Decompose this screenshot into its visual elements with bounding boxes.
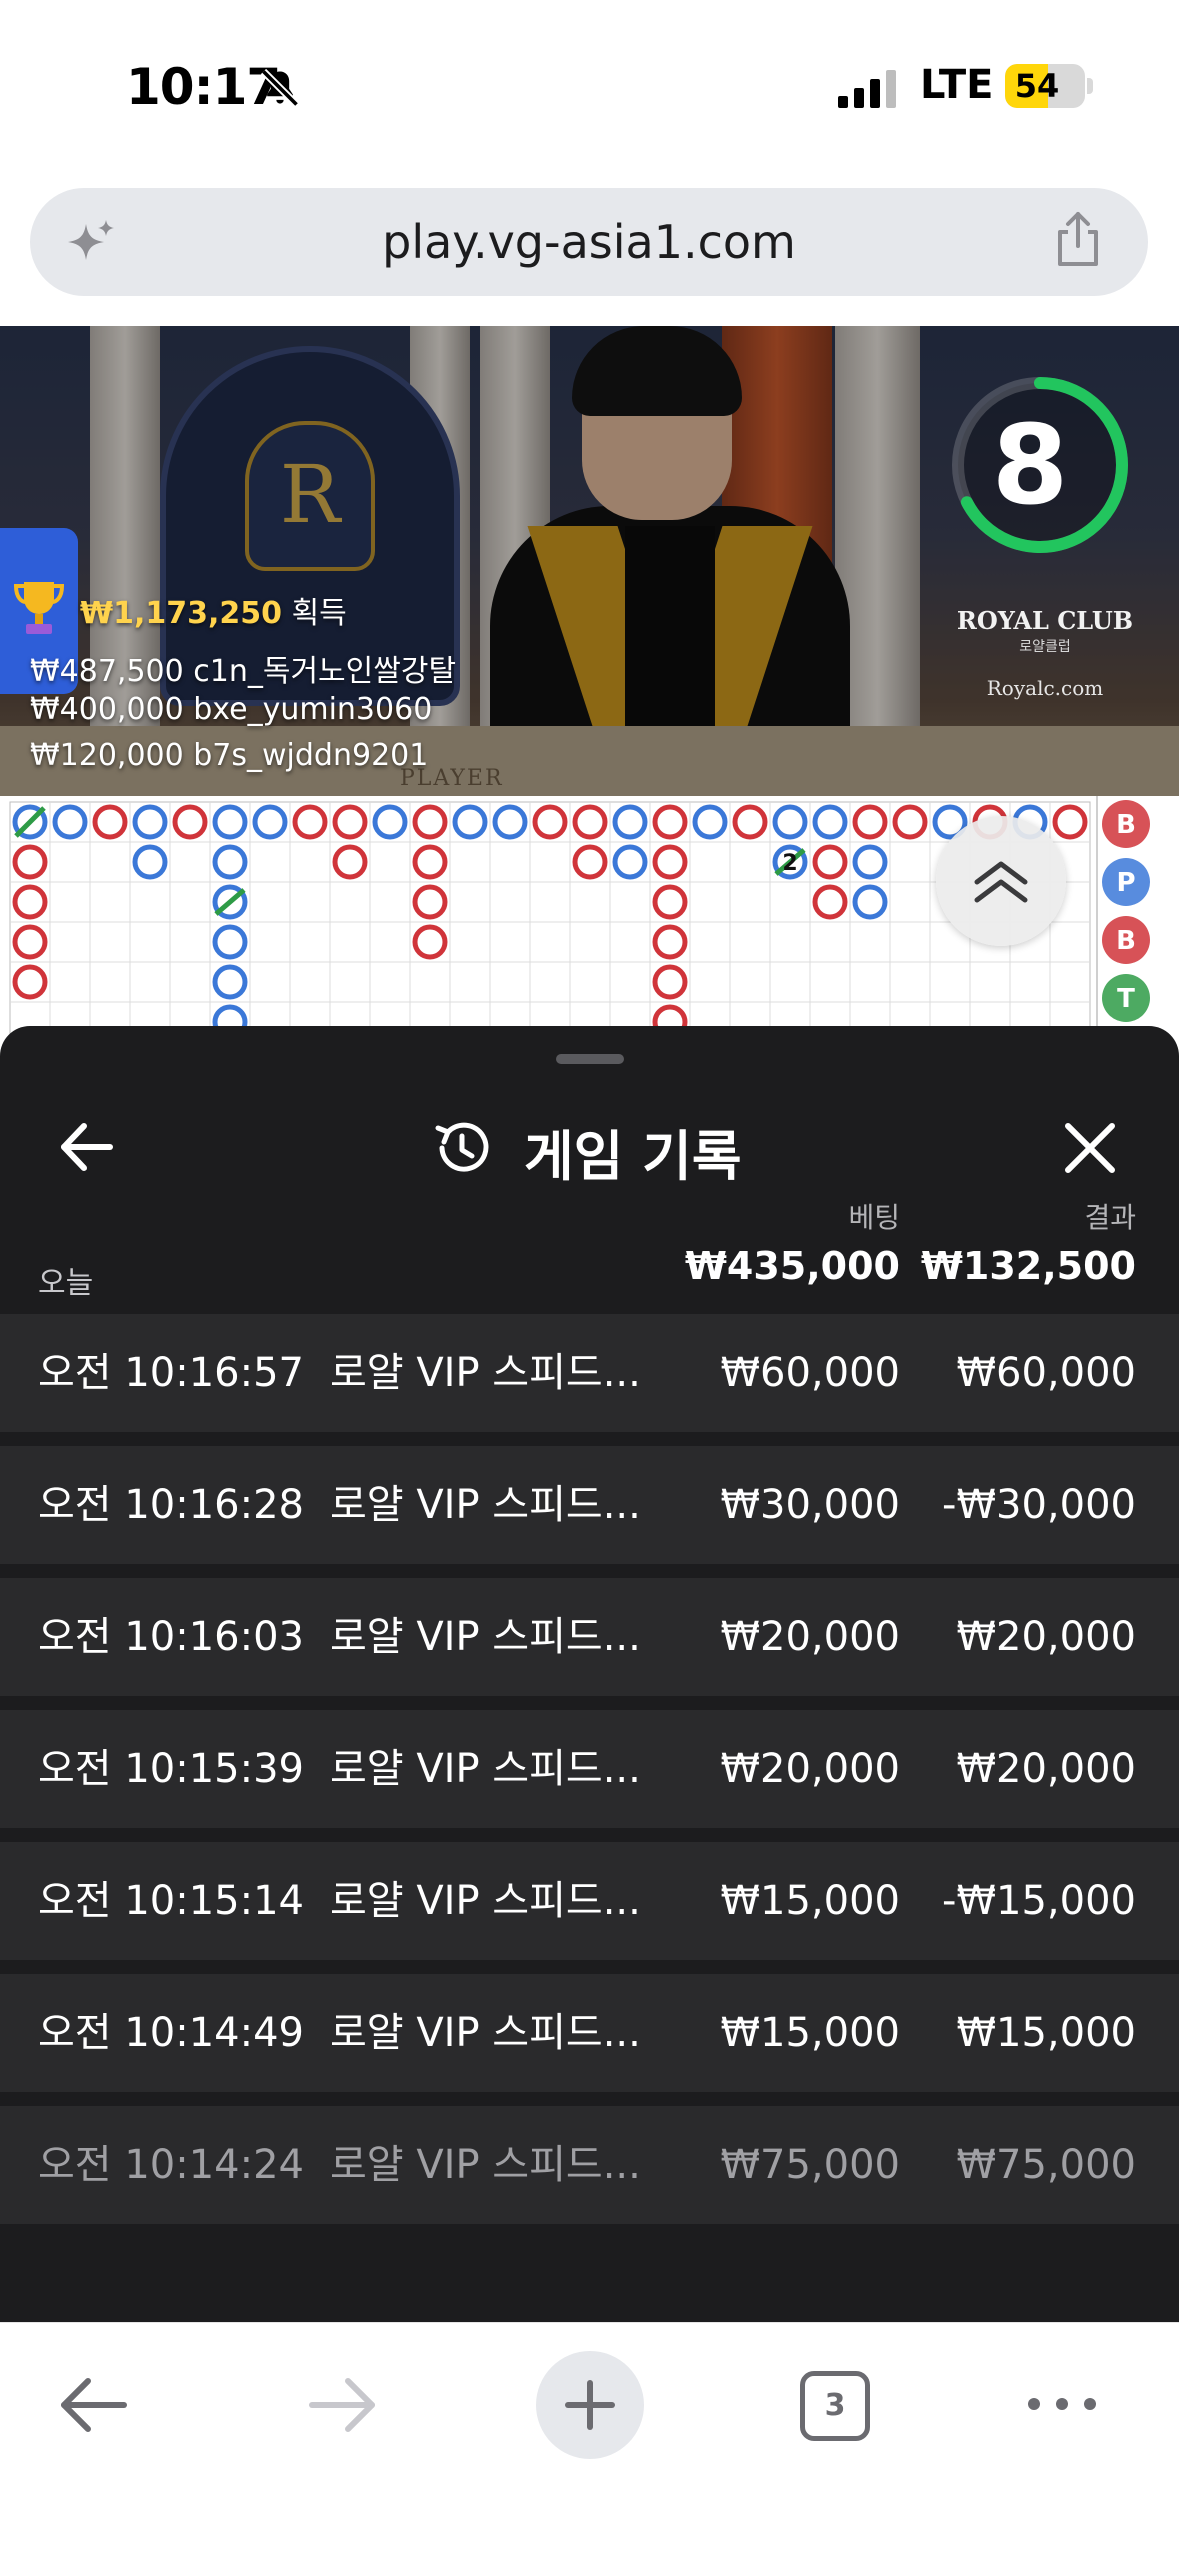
winner-row: ₩487,500 c1n_독거노인쌀강탈 [30,654,457,689]
drag-handle[interactable] [556,1054,624,1064]
game-history-sheet: 게임 기록 베팅 결과 오늘 ₩435,000 ₩132,500 오전 10:1… [0,1026,1179,2326]
winner-row: ₩120,000 b7s_wjddn9201 [30,738,429,773]
row-time: 오전 10:16:28 [38,1482,304,1528]
plus-icon [565,2380,615,2430]
row-result: ₩60,000 [956,1350,1136,1396]
row-game: 로얄 VIP 스피드... [330,2010,641,2056]
address-bar[interactable]: play.vg-asia1.com [30,188,1148,296]
row-bet: ₩75,000 [720,2142,900,2188]
sheet-title: 게임 기록 [524,1125,742,1188]
divider [1096,796,1098,1040]
row-bet: ₩60,000 [720,1350,900,1396]
row-time: 오전 10:14:49 [38,2010,304,2056]
row-bet: ₩15,000 [720,2010,900,2056]
history-row[interactable]: 오전 10:15:39 로얄 VIP 스피드... ₩20,000 ₩20,00… [0,1710,1179,1828]
brand-url: Royalc.com [986,676,1104,700]
forward-icon[interactable] [304,2367,380,2443]
row-game: 로얄 VIP 스피드... [330,1878,641,1924]
predict-label: T [1117,984,1135,1014]
predict-label: B [1116,926,1136,956]
history-row[interactable]: 오전 10:15:14 로얄 VIP 스피드... ₩15,000 -₩15,0… [0,1842,1179,1960]
tie-count-label: 2 [782,851,797,876]
row-game: 로얄 VIP 스피드... [330,2142,641,2188]
chevron-double-up-icon [974,861,1028,903]
row-result: ₩20,000 [956,1614,1136,1660]
row-game: 로얄 VIP 스피드... [330,1350,641,1396]
network-type: LTE [920,62,994,108]
history-row[interactable]: 오전 10:14:24 로얄 VIP 스피드... ₩75,000 ₩75,00… [0,2106,1179,2224]
row-result: -₩15,000 [942,1878,1136,1924]
url-text[interactable]: play.vg-asia1.com [30,188,1148,296]
more-icon[interactable] [1024,2389,1100,2419]
new-tab-button[interactable] [536,2351,644,2459]
browser-toolbar: 3 [0,2322,1179,2556]
history-icon [435,1122,489,1172]
back-arrow-icon[interactable] [56,1116,118,1178]
battery-percent: 54 [1014,67,1060,105]
bell-off-icon [260,68,300,108]
tab-switcher-button[interactable]: 3 [800,2371,870,2441]
signal-icon [838,70,896,108]
row-time: 오전 10:15:14 [38,1878,304,1924]
row-time: 오전 10:16:03 [38,1614,304,1660]
status-bar: 10:17 LTE 54 [0,0,1179,180]
share-icon[interactable] [1050,210,1106,270]
expand-up-button[interactable] [936,816,1066,946]
total-bet: ₩435,000 [685,1244,900,1288]
brand-name: ROYAL CLUB [956,606,1134,635]
row-time: 오전 10:16:57 [38,1350,304,1396]
row-bet: ₩30,000 [720,1482,900,1528]
battery-tip [1087,78,1093,94]
row-result: ₩75,000 [956,2142,1136,2188]
battery-indicator: 54 [1005,64,1085,108]
row-result: -₩30,000 [942,1482,1136,1528]
column-header-bet: 베팅 [848,1201,900,1234]
brand-subtitle: 로얄클럽 [1019,639,1071,655]
predict-label: P [1116,868,1135,898]
row-result: ₩15,000 [956,2010,1136,2056]
winner-top: ₩1,173,250 획득 [80,588,347,632]
row-game: 로얄 VIP 스피드... [330,1482,641,1528]
close-icon[interactable] [1062,1120,1118,1176]
total-result: ₩132,500 [921,1244,1136,1288]
row-time: 오전 10:14:24 [38,2142,304,2188]
winner-top-amount: ₩1,173,250 [80,596,283,631]
countdown-number: 8 [991,401,1069,529]
trophy-icon [13,582,65,634]
row-result: ₩20,000 [956,1746,1136,1792]
date-group-label: 오늘 [38,1266,94,1301]
row-time: 오전 10:15:39 [38,1746,304,1792]
history-row[interactable]: 오전 10:16:28 로얄 VIP 스피드... ₩30,000 -₩30,0… [0,1446,1179,1564]
row-game: 로얄 VIP 스피드... [330,1614,641,1660]
row-game: 로얄 VIP 스피드... [330,1746,641,1792]
history-row[interactable]: 오전 10:16:57 로얄 VIP 스피드... ₩60,000 ₩60,00… [0,1314,1179,1432]
row-bet: ₩20,000 [720,1746,900,1792]
column-header-result: 결과 [1084,1201,1136,1234]
winner-top-label: 획득 [291,596,347,631]
row-bet: ₩15,000 [720,1878,900,1924]
predict-label: B [1116,810,1136,840]
sparkle-icon[interactable] [64,216,118,270]
history-row[interactable]: 오전 10:16:03 로얄 VIP 스피드... ₩20,000 ₩20,00… [0,1578,1179,1696]
row-bet: ₩20,000 [720,1614,900,1660]
history-row[interactable]: 오전 10:14:49 로얄 VIP 스피드... ₩15,000 ₩15,00… [0,1974,1179,2092]
winner-row: ₩400,000 bxe_yumin3060 [30,692,433,727]
back-icon[interactable] [56,2367,132,2443]
